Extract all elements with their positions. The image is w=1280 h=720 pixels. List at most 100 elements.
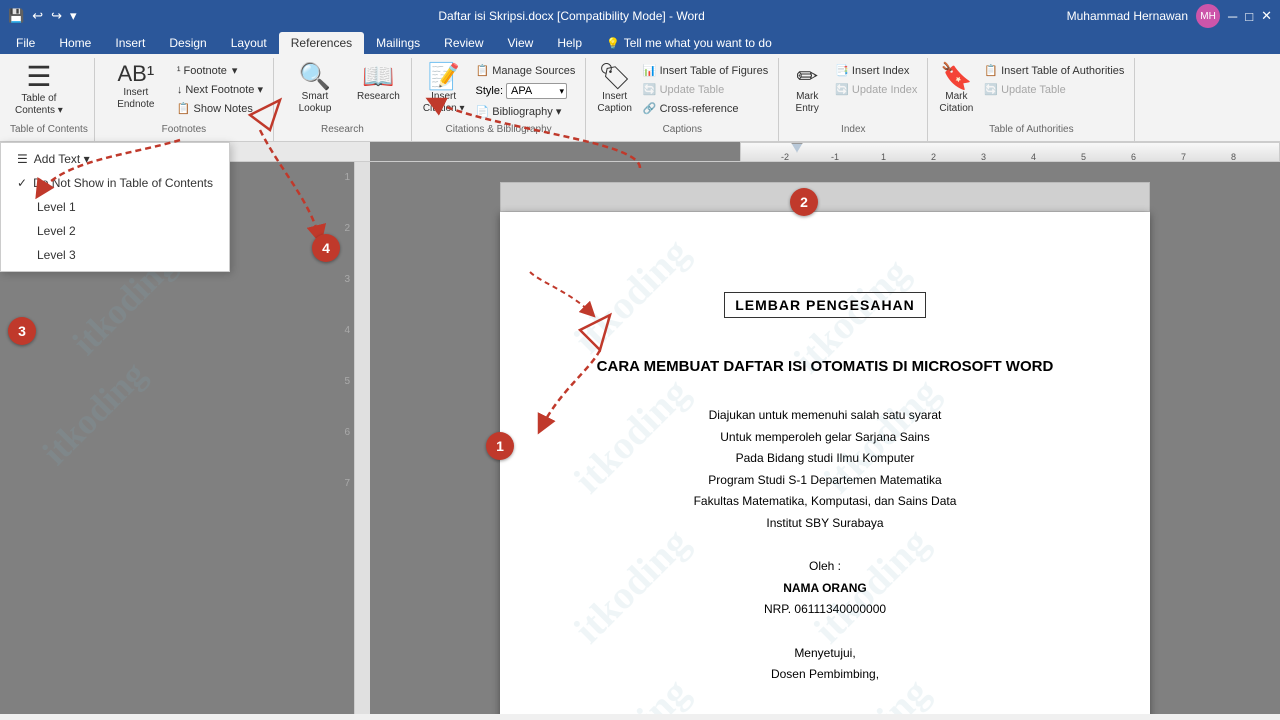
mark-citation-icon: 🔖 xyxy=(940,63,972,89)
update-table-button[interactable]: 🔄 Update Table xyxy=(639,81,772,98)
tab-review[interactable]: Review xyxy=(432,32,495,54)
tab-insert[interactable]: Insert xyxy=(103,32,157,54)
smart-lookup-button[interactable]: 🔍 Smart Lookup xyxy=(280,60,350,118)
body-line-1: Diajukan untuk memenuhi salah satu syara… xyxy=(560,405,1090,427)
insert-endnote-label: Insert Endnote xyxy=(106,87,166,111)
tab-help[interactable]: Help xyxy=(545,32,594,54)
level1-label: Level 1 xyxy=(37,200,76,214)
quick-access-toolbar: 💾 ↩ ↪ ▾ xyxy=(8,8,77,24)
ribbon: ☰ Table ofContents ▾ Table of Contents A… xyxy=(0,54,1280,142)
citations-group-label: Citations & Bibliography xyxy=(418,124,580,137)
ribbon-group-authorities: 🔖 MarkCitation 📋 Insert Table of Authori… xyxy=(928,58,1135,141)
next-footnote-button[interactable]: ↓ Next Footnote ▾ xyxy=(173,81,267,98)
insert-endnote-button[interactable]: AB¹ Insert Endnote xyxy=(101,60,171,114)
ribbon-group-research: 🔍 Smart Lookup 📖 Research Research xyxy=(274,58,412,141)
researcher-icon: 📖 xyxy=(362,63,394,89)
insert-index-icon: 📑 xyxy=(835,64,849,77)
mark-entry-label: MarkEntry xyxy=(796,91,819,115)
update-toa-icon: 🔄 xyxy=(984,83,998,96)
dropdown-add-text[interactable]: ☰ Add Text ▾ xyxy=(1,147,229,171)
save-icon[interactable]: 💾 xyxy=(8,8,24,24)
mark-citation-button[interactable]: 🔖 MarkCitation xyxy=(934,60,978,118)
researcher-button[interactable]: 📖 Research xyxy=(352,60,405,106)
bibliography-icon: 📄 xyxy=(476,105,490,118)
body-nrp: NRP. 06111340000000 xyxy=(560,599,1090,621)
insert-index-button[interactable]: 📑 Insert Index xyxy=(831,62,921,79)
show-notes-icon: 📋 xyxy=(177,102,191,115)
mark-entry-button[interactable]: ✏ MarkEntry xyxy=(785,60,829,118)
tab-layout[interactable]: Layout xyxy=(219,32,279,54)
body-oleh: Oleh : xyxy=(560,556,1090,578)
table-of-contents-button[interactable]: ☰ Table ofContents ▾ xyxy=(10,60,68,120)
insert-toa-icon: 📋 xyxy=(984,64,998,77)
update-index-button[interactable]: 🔄 Update Index xyxy=(831,81,921,98)
cross-reference-button[interactable]: 🔗 Cross-reference xyxy=(639,100,772,117)
undo-icon[interactable]: ↩ xyxy=(32,8,43,24)
research-buttons: 🔍 Smart Lookup 📖 Research xyxy=(280,58,405,122)
restore-icon[interactable]: □ xyxy=(1245,9,1253,24)
doc-title-box: LEMBAR PENGESAHAN xyxy=(724,292,926,318)
dropdown-level1[interactable]: Level 1 xyxy=(1,195,229,219)
citations-buttons: 📝 InsertCitation ▾ 📋 Manage Sources Styl… xyxy=(418,58,580,122)
insert-citation-label: InsertCitation ▾ xyxy=(423,91,465,115)
username: Muhammad Hernawan xyxy=(1067,9,1188,23)
body-dosen: Dosen Pembimbing, xyxy=(560,664,1090,686)
document-page[interactable]: itkoding itkoding itkoding itkoding itko… xyxy=(500,212,1150,714)
smart-lookup-icon: 🔍 xyxy=(299,63,331,89)
insert-table-authorities-button[interactable]: 📋 Insert Table of Authorities xyxy=(980,62,1128,79)
tab-references[interactable]: References xyxy=(279,32,364,54)
toc-label: Table ofContents ▾ xyxy=(15,93,63,117)
do-not-show-label: Do Not Show in Table of Contents xyxy=(33,176,213,190)
style-select-wrap: APA MLA Chicago xyxy=(506,83,567,99)
dropdown-do-not-show[interactable]: ✓ Do Not Show in Table of Contents xyxy=(1,171,229,195)
doc-body: Diajukan untuk memenuhi salah satu syara… xyxy=(560,405,1090,686)
body-line-5: Fakultas Matematika, Komputasi, dan Sain… xyxy=(560,491,1090,513)
ribbon-group-footnotes: AB¹ Insert Endnote ¹ Footnote ▾ ↓ Next F… xyxy=(95,58,274,141)
document-area[interactable]: 2 itkoding itkoding itkoding itkoding it… xyxy=(370,162,1280,714)
insert-table-of-figures-button[interactable]: 📊 Insert Table of Figures xyxy=(639,62,772,79)
mark-citation-label: MarkCitation xyxy=(939,91,973,115)
level3-label: Level 3 xyxy=(37,248,76,262)
toc-group-label: Table of Contents xyxy=(10,124,88,137)
ribbon-group-index: ✏ MarkEntry 📑 Insert Index 🔄 Update Inde… xyxy=(779,58,928,141)
update-table-auth-button[interactable]: 🔄 Update Table xyxy=(980,81,1128,98)
footnote-button[interactable]: ¹ Footnote ▾ xyxy=(173,62,267,79)
authorities-buttons: 🔖 MarkCitation 📋 Insert Table of Authori… xyxy=(934,58,1128,122)
captions-buttons: 🏷 InsertCaption 📊 Insert Table of Figure… xyxy=(592,58,772,122)
body-line-2: Untuk memperoleh gelar Sarjana Sains xyxy=(560,427,1090,449)
insert-caption-button[interactable]: 🏷 InsertCaption xyxy=(592,60,636,118)
show-notes-button[interactable]: 📋 Show Notes xyxy=(173,100,267,117)
tab-home[interactable]: Home xyxy=(47,32,103,54)
tab-view[interactable]: View xyxy=(496,32,546,54)
level2-label: Level 2 xyxy=(37,224,76,238)
minimize-icon[interactable]: ─ xyxy=(1228,9,1237,24)
mark-entry-icon: ✏ xyxy=(796,63,818,89)
tab-design[interactable]: Design xyxy=(157,32,218,54)
annotation-3: 3 xyxy=(8,317,36,345)
manage-sources-button[interactable]: 📋 Manage Sources xyxy=(472,62,580,79)
tab-file[interactable]: File xyxy=(4,32,47,54)
insert-citation-button[interactable]: 📝 InsertCitation ▾ xyxy=(418,60,470,118)
tab-tell-me[interactable]: 💡 Tell me what you want to do xyxy=(594,32,784,54)
next-fn-icon: ↓ xyxy=(177,84,183,96)
captions-group-label: Captions xyxy=(592,124,772,137)
style-select[interactable]: APA MLA Chicago xyxy=(506,83,567,99)
insert-caption-icon: 🏷 xyxy=(598,63,631,89)
annotation-4: 4 xyxy=(312,234,340,262)
ribbon-tab-bar: File Home Insert Design Layout Reference… xyxy=(0,32,1280,54)
insert-citation-icon: 📝 xyxy=(427,63,459,89)
close-icon[interactable]: ✕ xyxy=(1261,8,1272,24)
cross-reference-icon: 🔗 xyxy=(643,102,657,115)
update-index-icon: 🔄 xyxy=(835,83,849,96)
dropdown-level3[interactable]: Level 3 xyxy=(1,243,229,267)
tab-mailings[interactable]: Mailings xyxy=(364,32,432,54)
redo-icon[interactable]: ↪ xyxy=(51,8,62,24)
style-label: Style: xyxy=(476,85,504,97)
index-group-label: Index xyxy=(785,124,921,137)
add-text-icon: ☰ xyxy=(17,152,28,166)
dropdown-level2[interactable]: Level 2 xyxy=(1,219,229,243)
title-bar: 💾 ↩ ↪ ▾ Daftar isi Skripsi.docx [Compati… xyxy=(0,0,1280,32)
bibliography-button[interactable]: 📄 Bibliography ▾ xyxy=(472,103,580,120)
footnotes-group-label: Footnotes xyxy=(101,124,267,137)
body-menyetujui: Menyetujui, xyxy=(560,643,1090,665)
